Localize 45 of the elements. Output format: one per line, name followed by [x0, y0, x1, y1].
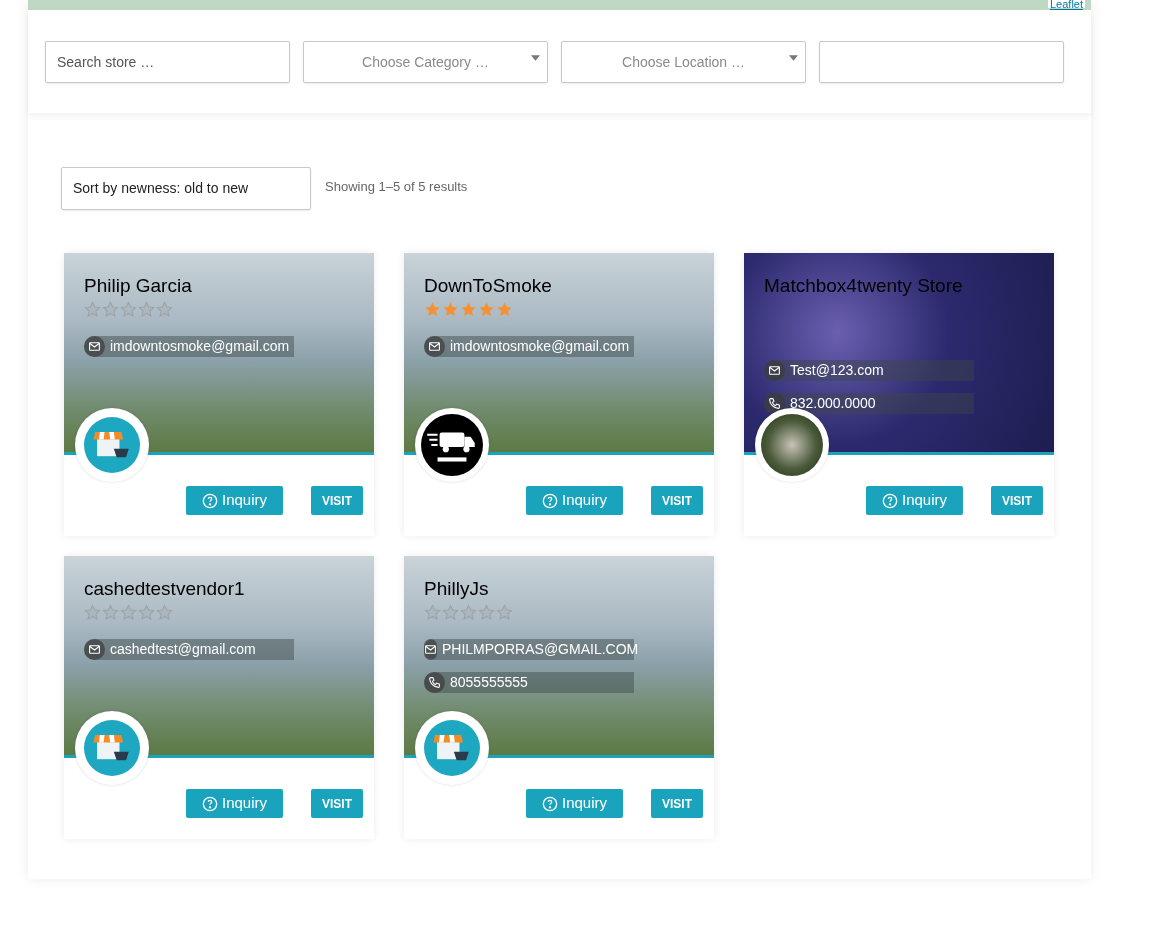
result-count: Showing 1–5 of 5 results: [325, 178, 468, 196]
help-icon: [542, 492, 558, 509]
store-icon: [84, 720, 140, 776]
star-icon: [460, 301, 477, 318]
dropdown-caret-icon: [789, 55, 798, 61]
category-dropdown[interactable]: Choose Category …: [303, 41, 548, 83]
star-icon: [424, 301, 441, 318]
inquiry-button[interactable]: Inquiry: [186, 789, 283, 818]
store-name: PhillyJs: [424, 577, 490, 601]
star-icon: [478, 301, 495, 318]
help-icon: [202, 492, 218, 509]
input-field[interactable]: [819, 41, 1064, 83]
visit-button[interactable]: VISIT: [311, 486, 363, 515]
contact-text: 8055555555: [450, 673, 528, 692]
search-field[interactable]: Search store …: [45, 41, 290, 83]
star-icon: [442, 301, 459, 318]
store-name: DownToSmoke: [424, 274, 553, 298]
help-icon: [882, 492, 898, 509]
contact-text: PHILMPORRAS@GMAIL.COM: [442, 640, 639, 659]
contact-text: imdowntosmoke@gmail.com: [110, 337, 290, 356]
visit-button[interactable]: VISIT: [991, 486, 1043, 515]
store-icon: [424, 720, 480, 776]
store-name: Matchbox4twenty Store: [764, 274, 964, 298]
inquiry-button[interactable]: Inquiry: [186, 486, 283, 515]
visit-button[interactable]: VISIT: [651, 486, 703, 515]
store-icon: [84, 417, 140, 473]
star-icon: [496, 301, 513, 318]
dropdown-caret-icon: [531, 55, 540, 61]
sort-dropdown[interactable]: Sort by newness: old to new: [61, 167, 311, 210]
contact-text: cashedtest@gmail.com: [110, 640, 256, 659]
help-icon: [542, 795, 558, 812]
truck-logo-icon: [421, 414, 483, 476]
visit-button[interactable]: VISIT: [651, 789, 703, 818]
location-dropdown[interactable]: Choose Location …: [561, 41, 806, 83]
help-icon: [202, 795, 218, 812]
contact-text: imdowntosmoke@gmail.com: [450, 337, 630, 356]
store-name: cashedtestvendor1: [84, 577, 246, 601]
inquiry-button[interactable]: Inquiry: [526, 789, 623, 818]
inquiry-button[interactable]: Inquiry: [526, 486, 623, 515]
inquiry-button[interactable]: Inquiry: [866, 486, 963, 515]
contact-text: Test@123.com: [790, 361, 884, 380]
store-name: Philip Garcia: [84, 274, 193, 298]
visit-button[interactable]: VISIT: [311, 789, 363, 818]
attribution-link[interactable]: Leaflet: [1047, 0, 1085, 8]
contact-text: 832.000.0000: [790, 394, 876, 413]
